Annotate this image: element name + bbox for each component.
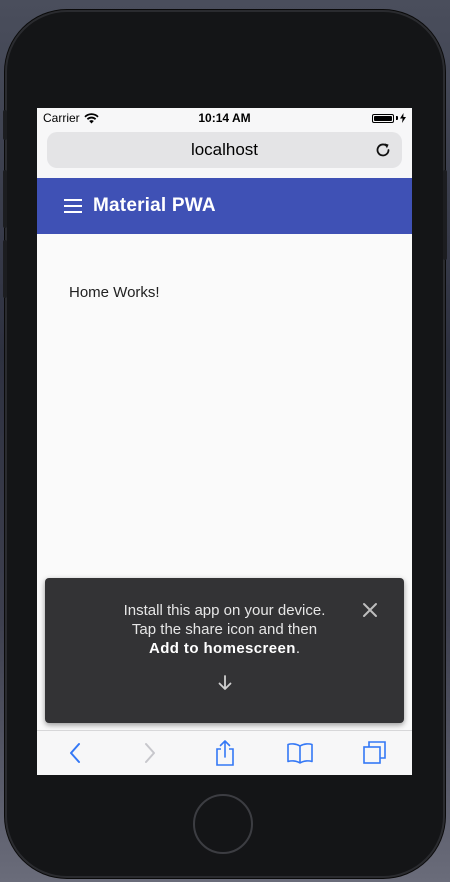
volume-up-button	[3, 170, 7, 228]
bookmarks-button[interactable]	[285, 738, 315, 768]
close-icon[interactable]	[362, 602, 378, 618]
status-bar: Carrier 10:14 AM	[37, 108, 412, 128]
arrow-down-icon	[218, 675, 231, 690]
install-line-2: Tap the share icon and then	[131, 621, 318, 638]
app-toolbar: Material PWA	[37, 178, 412, 234]
charging-bolt-icon	[400, 113, 406, 123]
battery-icon	[372, 113, 406, 123]
address-bar[interactable]: localhost	[47, 132, 402, 168]
install-line-3-suffix: .	[295, 640, 300, 657]
power-button	[443, 170, 447, 260]
tabs-icon	[362, 741, 386, 764]
reload-icon[interactable]	[374, 141, 392, 159]
add-to-homescreen-label: Add to homescreen	[149, 640, 296, 657]
mute-switch	[3, 110, 7, 140]
install-banner: Install this app on your device. Tap the…	[45, 578, 404, 723]
back-button[interactable]	[60, 738, 90, 768]
forward-icon	[144, 743, 155, 763]
install-banner-message: Install this app on your device. Tap the…	[85, 601, 364, 658]
forward-button[interactable]	[135, 738, 165, 768]
status-time: 10:14 AM	[198, 111, 251, 125]
share-button[interactable]	[210, 738, 240, 768]
install-line-3: Add to homescreen.	[85, 639, 364, 658]
main-content: Home Works!	[37, 234, 412, 351]
home-button[interactable]	[193, 794, 253, 854]
safari-toolbar	[37, 730, 412, 775]
hamburger-menu-icon[interactable]	[64, 199, 82, 213]
app-title: Material PWA	[93, 195, 216, 216]
tabs-button[interactable]	[360, 738, 390, 768]
back-icon	[69, 743, 80, 763]
install-line-1: Install this app on your device.	[123, 602, 326, 619]
url-text[interactable]: localhost	[191, 140, 258, 160]
browser-address-area: localhost	[37, 128, 412, 178]
phone-screen: Carrier 10:14 AM localhost Material PWA …	[37, 108, 412, 775]
volume-down-button	[3, 240, 7, 298]
home-text: Home Works!	[69, 284, 160, 301]
bookmarks-icon	[286, 743, 313, 764]
share-icon	[215, 740, 234, 766]
